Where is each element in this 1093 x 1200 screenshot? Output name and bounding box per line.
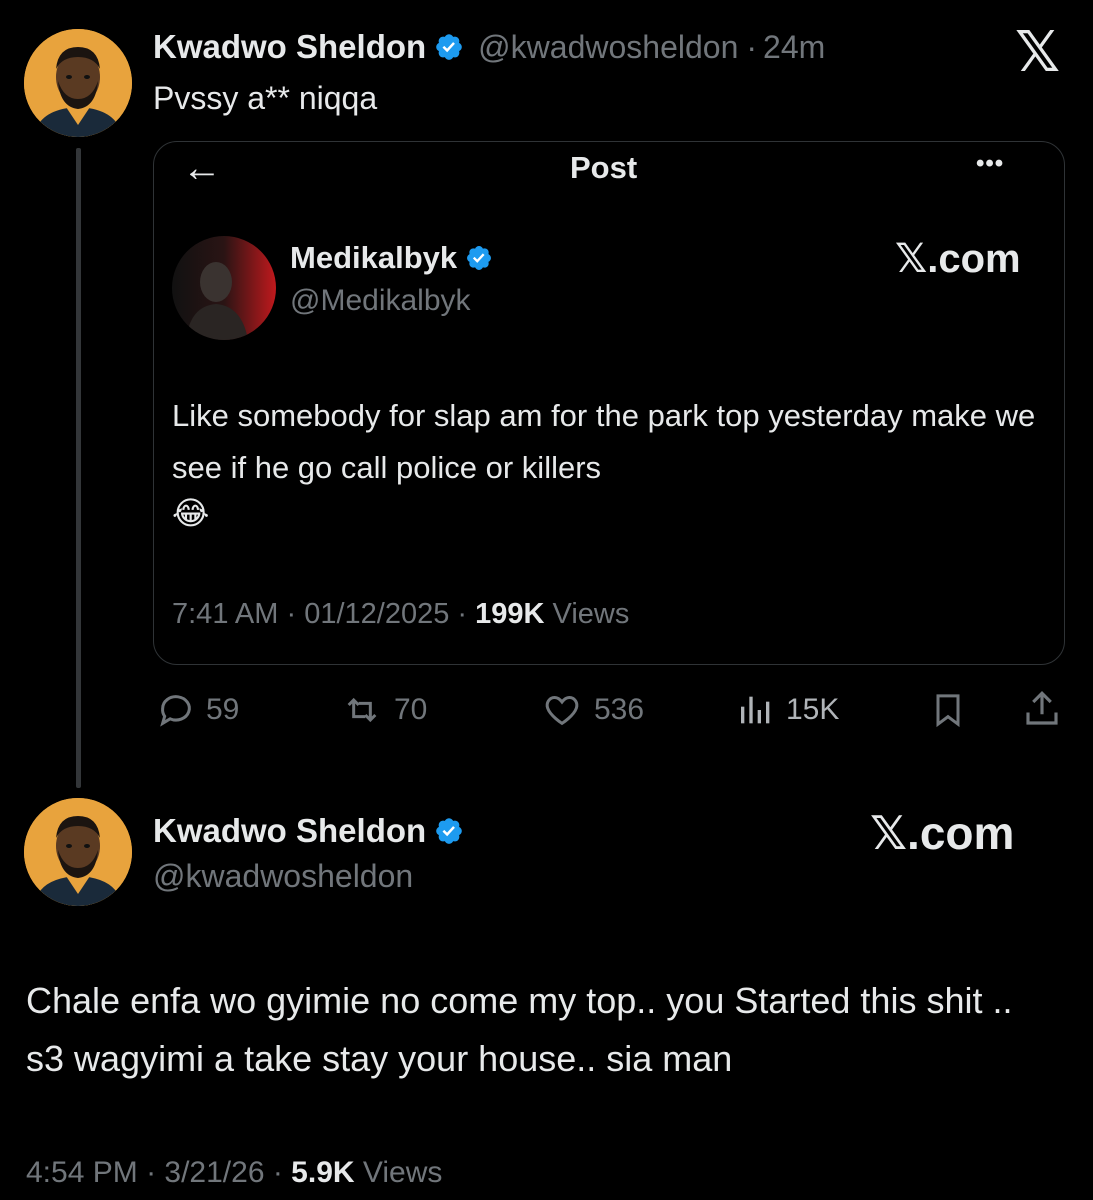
back-arrow-icon[interactable]: ←: [182, 146, 222, 190]
avatar-illustration: [24, 29, 132, 137]
like-count: 536: [594, 693, 645, 726]
tweet2-views-label: Views: [362, 1156, 443, 1189]
author-name[interactable]: Kwadwo Sheldon: [153, 812, 426, 850]
laughing-emoji-icon: 😂: [172, 495, 210, 531]
author-name[interactable]: Kwadwo Sheldon: [153, 28, 426, 66]
tweet1-text: Pvssy a** niqqa: [153, 80, 378, 116]
views-button[interactable]: 15K: [736, 690, 839, 730]
author-handle[interactable]: @kwadwosheldon: [153, 858, 413, 895]
tweet2-views-count: 5.9K: [291, 1156, 355, 1189]
x-com-logo: 𝕏.com: [870, 807, 1015, 859]
more-options-icon[interactable]: •••: [976, 150, 1004, 178]
share-button[interactable]: [1020, 688, 1064, 735]
repost-icon: [347, 697, 377, 723]
quoted-post-date: 01/12/2025: [304, 598, 450, 630]
thread-connector-line: [76, 148, 81, 788]
quoted-author-header: Medikalbyk: [290, 240, 493, 276]
quoted-views-label: Views: [552, 598, 630, 630]
reply-button[interactable]: 59: [156, 690, 239, 730]
reply-icon: [160, 695, 191, 727]
quoted-avatar-image: [172, 236, 276, 340]
heart-icon: [545, 695, 579, 726]
quoted-views-count: 199K: [475, 598, 545, 630]
bookmark-button[interactable]: [928, 690, 968, 735]
x-logo-icon[interactable]: 𝕏: [1015, 22, 1060, 82]
tweet2-meta: 4:54 PM · 3/21/26 · 5.9K Views: [26, 1156, 443, 1189]
bookmark-icon: [936, 694, 960, 728]
tweet2-text: Chale enfa wo gyimie no come my top.. yo…: [26, 980, 1013, 1079]
share-icon: [1026, 691, 1058, 725]
quoted-post-text: Like somebody for slap am for the park t…: [172, 398, 1036, 485]
verified-badge-icon: [436, 818, 462, 844]
x-com-logo: 𝕏.com: [895, 237, 1021, 281]
like-button[interactable]: 536: [540, 690, 644, 730]
avatar-illustration: [24, 798, 132, 906]
analytics-bars-icon: [741, 696, 770, 724]
meta-separator: ·: [746, 28, 758, 65]
verified-badge-icon: [436, 34, 462, 60]
verified-badge-icon: [467, 246, 492, 270]
quoted-post-time: 7:41 AM: [172, 598, 279, 630]
author-avatar[interactable]: [24, 29, 132, 137]
tweet2-time: 4:54 PM: [26, 1156, 138, 1189]
reply-count: 59: [206, 693, 240, 726]
tweet2-header: Kwadwo Sheldon: [153, 812, 464, 850]
repost-button[interactable]: 70: [340, 690, 427, 730]
quoted-author-handle[interactable]: @Medikalbyk: [290, 284, 471, 318]
author-handle[interactable]: @kwadwosheldon: [478, 29, 738, 66]
quoted-author-name[interactable]: Medikalbyk: [290, 240, 457, 276]
tweet2-date: 3/21/26: [164, 1156, 265, 1189]
author-avatar[interactable]: [24, 798, 132, 906]
tweet-age[interactable]: 24m: [763, 29, 825, 66]
repost-count: 70: [394, 693, 428, 726]
views-count: 15K: [786, 693, 840, 726]
quoted-author-avatar[interactable]: [172, 236, 276, 340]
quoted-post-meta: 7:41 AM · 01/12/2025 · 199K Views: [172, 598, 630, 630]
post-header-title: Post: [570, 150, 638, 185]
tweet1-header: Kwadwo Sheldon @kwadwosheldon · 24m: [153, 28, 825, 66]
